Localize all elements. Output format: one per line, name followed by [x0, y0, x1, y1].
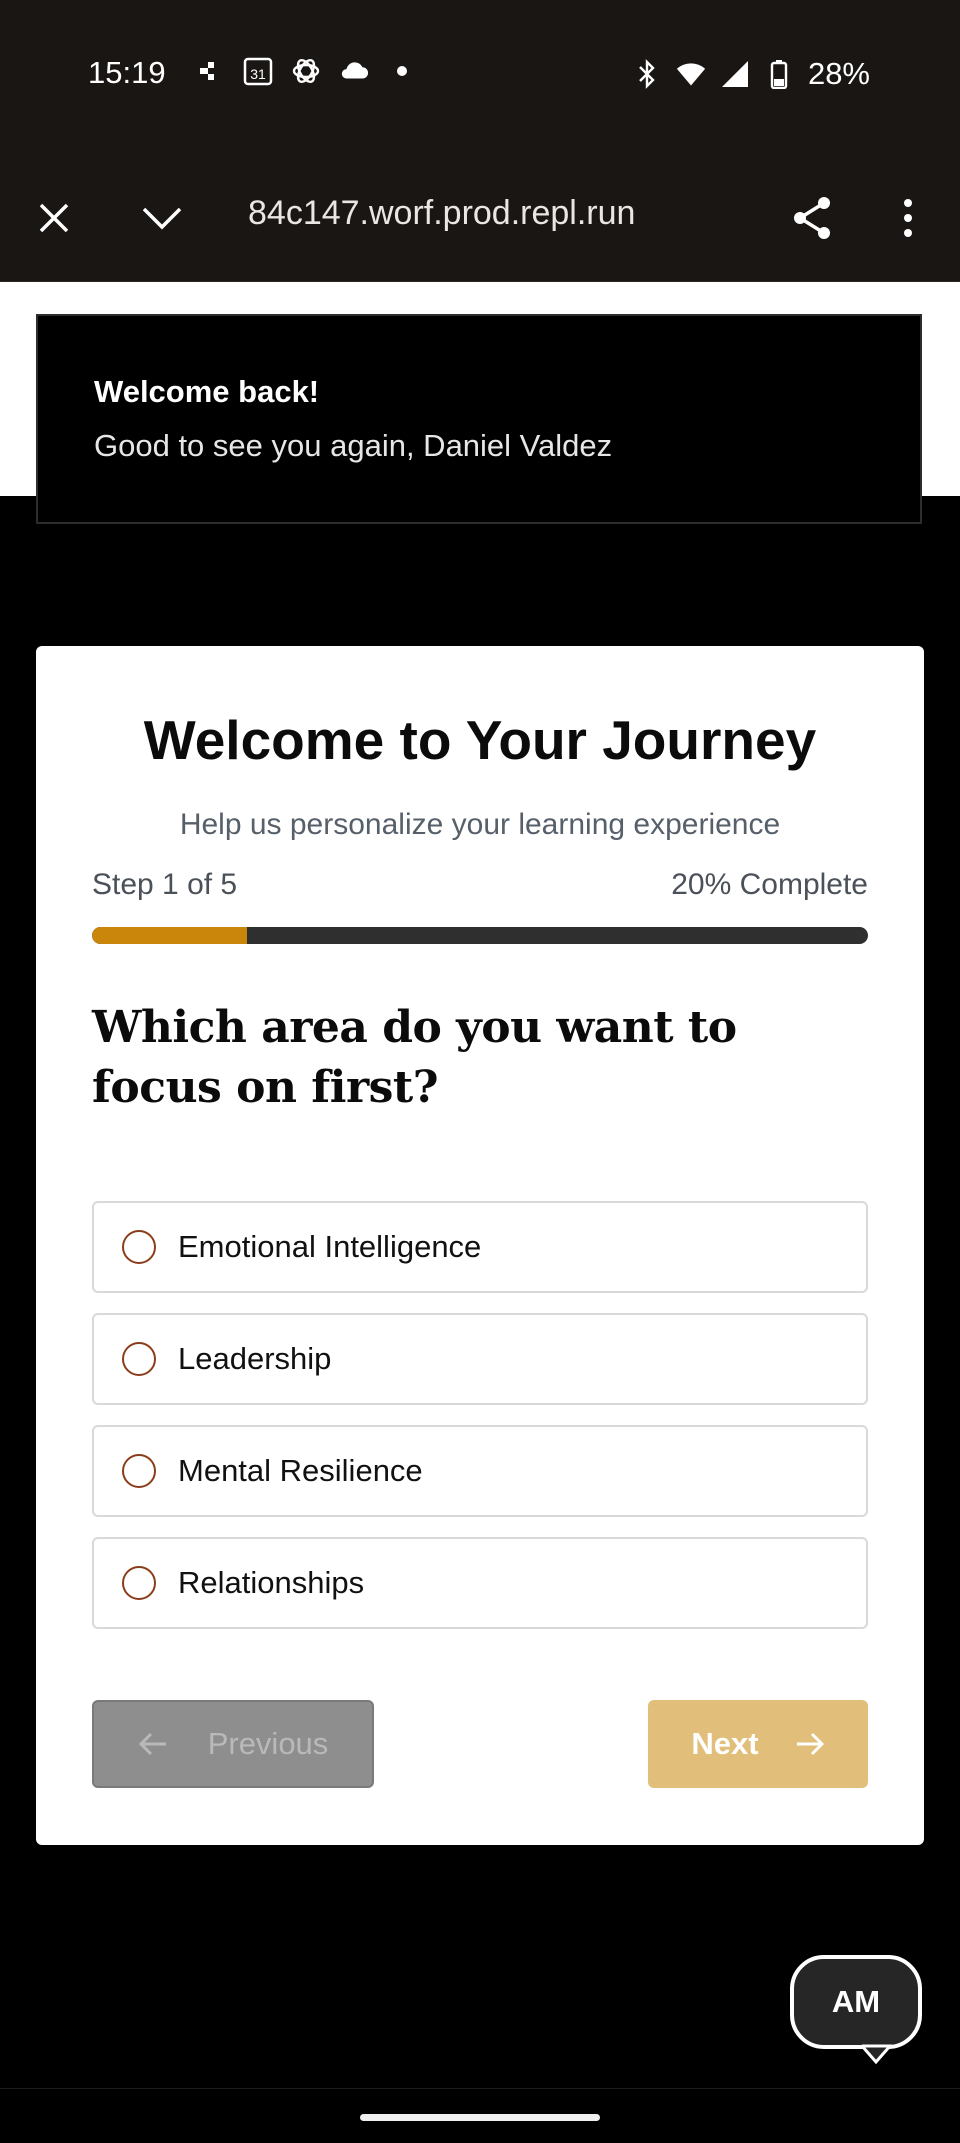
chevron-down-icon: [142, 207, 182, 230]
page-subtitle: Help us personalize your learning experi…: [179, 808, 781, 841]
battery-icon: [764, 59, 794, 89]
share-icon: [794, 197, 830, 239]
bluetooth-icon: [632, 59, 662, 89]
slack-icon: [195, 56, 225, 86]
option-relationships[interactable]: Relationships: [92, 1537, 868, 1629]
bubble-tail-icon: [862, 2044, 892, 2065]
collapse-button[interactable]: [134, 190, 190, 246]
progress-fill: [92, 927, 248, 944]
home-handle[interactable]: [360, 2114, 600, 2121]
status-bar: 15:19 31 28%: [0, 0, 960, 150]
option-label: Emotional Intelligence: [178, 1229, 482, 1264]
toast-title: Welcome back!: [94, 374, 320, 409]
system-icons: 28%: [632, 56, 870, 92]
more-options-button[interactable]: [880, 190, 936, 246]
option-label: Mental Resilience: [178, 1453, 423, 1488]
radio-button[interactable]: [122, 1342, 156, 1376]
radio-button[interactable]: [122, 1230, 156, 1264]
url-text[interactable]: 84c147.worf.prod.repl.run: [248, 194, 635, 233]
svg-text:31: 31: [250, 66, 266, 82]
share-button[interactable]: [784, 190, 840, 246]
option-emotional-intelligence[interactable]: Emotional Intelligence: [92, 1201, 868, 1293]
previous-button[interactable]: Previous: [92, 1700, 374, 1788]
notification-icons: 31: [195, 56, 417, 86]
browser-toolbar: 84c147.worf.prod.repl.run: [0, 150, 960, 282]
next-label: Next: [691, 1726, 759, 1761]
calendar-icon: 31: [243, 56, 273, 86]
avatar-button[interactable]: AM: [790, 1955, 922, 2049]
openai-icon: [291, 56, 321, 86]
option-label: Relationships: [178, 1565, 365, 1600]
system-nav-bar: [0, 2088, 960, 2143]
progress-bar: [92, 927, 868, 944]
toast-message: Good to see you again, Daniel Valdez: [94, 428, 613, 463]
option-leadership[interactable]: Leadership: [92, 1313, 868, 1405]
onboarding-card: Welcome to Your Journey Help us personal…: [36, 646, 924, 1845]
option-label: Leadership: [178, 1341, 332, 1376]
dot-icon: [387, 56, 417, 86]
wifi-icon: [676, 59, 706, 89]
previous-label: Previous: [207, 1726, 329, 1761]
cloud-icon: [339, 56, 369, 86]
arrow-left-icon: [138, 1732, 166, 1756]
welcome-toast[interactable]: Welcome back! Good to see you again, Dan…: [36, 314, 922, 524]
avatar-initials: AM: [831, 1984, 881, 2019]
page-title: Welcome to Your Journey: [143, 709, 817, 771]
battery-percent: 28%: [807, 56, 870, 91]
next-button[interactable]: Next: [648, 1700, 868, 1788]
percent-complete: 20% Complete: [671, 868, 868, 901]
question-heading: Which area do you want to focus on first…: [92, 1002, 737, 1113]
close-icon: [39, 203, 69, 233]
radio-button[interactable]: [122, 1454, 156, 1488]
radio-button[interactable]: [122, 1566, 156, 1600]
close-tab-button[interactable]: [26, 190, 82, 246]
arrow-right-icon: [796, 1732, 824, 1756]
signal-icon: [720, 59, 750, 89]
step-indicator: Step 1 of 5: [92, 868, 238, 901]
option-mental-resilience[interactable]: Mental Resilience: [92, 1425, 868, 1517]
status-time: 15:19: [88, 55, 166, 90]
more-vert-icon: [904, 199, 912, 237]
